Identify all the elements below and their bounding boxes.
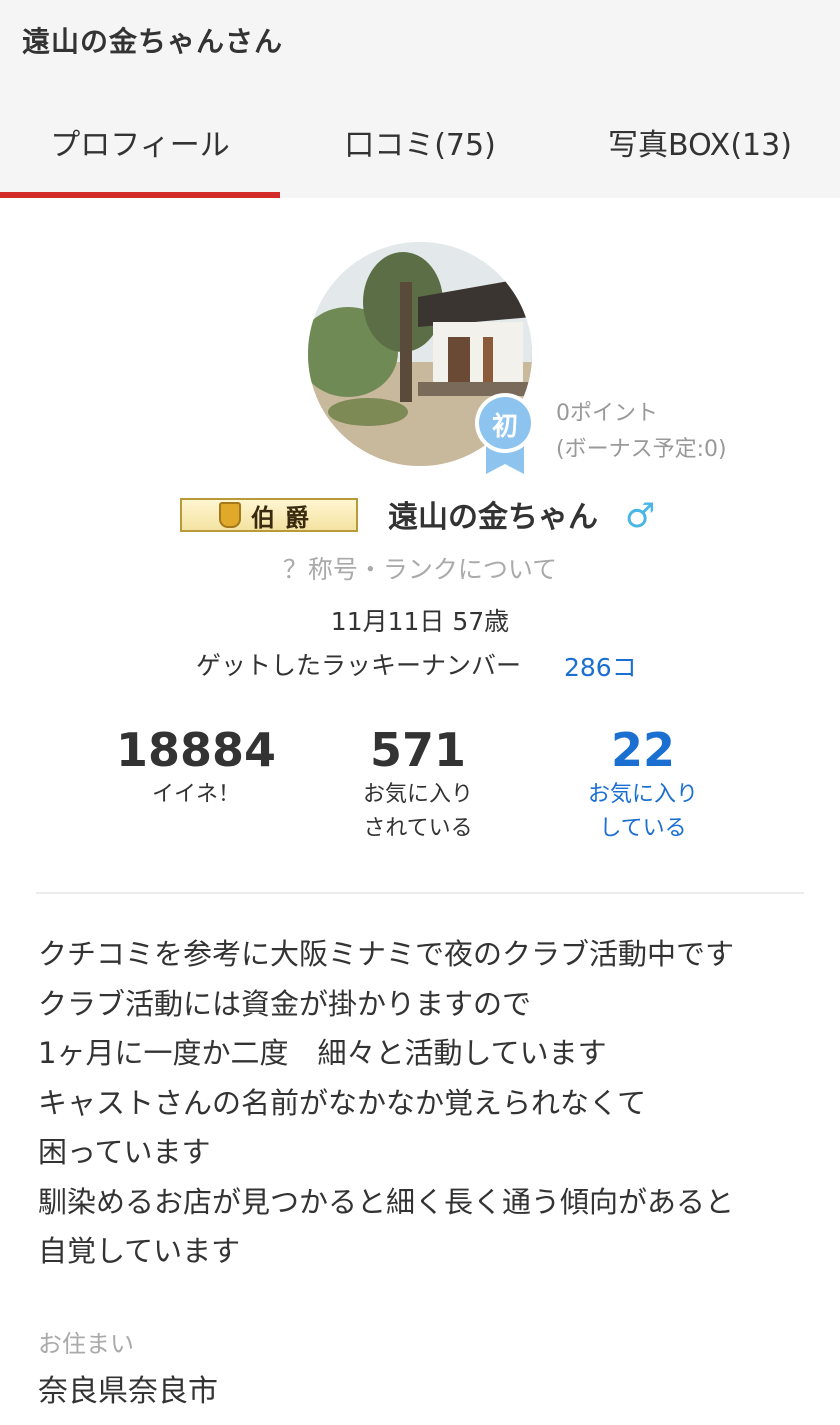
tab-bar: プロフィール 口コミ(75) 写真BOX(13) — [0, 100, 840, 198]
page-title: 遠山の金ちゃんさん — [22, 25, 284, 58]
bio-line: クラブ活動には資金が掛かりますので — [38, 986, 532, 1021]
stat-favorited-by-value: 571 — [369, 723, 467, 777]
points-info: 0ポイント (ボーナス予定:0) — [556, 396, 727, 468]
bio-line: クチコミを参考に大阪ミナミで夜のクラブ活動中です — [38, 937, 735, 971]
stat-likes-label: イイネ！ — [151, 782, 240, 807]
stat-favorited-by-label: お気に入り — [362, 782, 473, 807]
rank-help-link[interactable]: ？称号・ランクについて — [0, 550, 840, 586]
stat-favorited-by: 571 お気に入り されている — [308, 722, 528, 846]
rank-title: 伯爵 — [251, 503, 319, 532]
stat-likes-value: 18884 — [115, 723, 277, 777]
residence-value: 奈良県奈良市 — [38, 1374, 218, 1409]
birthday-age: 11月11日 57歳 — [330, 607, 510, 636]
username: 遠山の金ちゃん — [388, 500, 598, 535]
stat-favoriting-label[interactable]: お気に入り — [533, 778, 753, 812]
newcomer-badge: 初 — [474, 392, 536, 476]
bio-text: クチコミを参考に大阪ミナミで夜のクラブ活動中です クラブ活動には資金が掛かります… — [38, 930, 818, 1277]
bio-line: 困っています — [38, 1135, 211, 1169]
bio-line: 自覚しています — [38, 1234, 241, 1268]
tab-photo-box[interactable]: 写真BOX(13) — [560, 100, 840, 198]
stat-favoriting-label-2[interactable]: している — [533, 812, 753, 846]
stat-favorited-by-label-2: されている — [363, 816, 473, 841]
male-icon: ♂ — [625, 496, 656, 536]
tab-profile[interactable]: プロフィール — [0, 100, 280, 198]
bonus-value: (ボーナス予定:0) — [556, 437, 727, 462]
rank-badge: 伯爵 — [180, 498, 358, 532]
stat-likes: 18884 イイネ！ — [86, 722, 306, 812]
header: 遠山の金ちゃんさん プロフィール 口コミ(75) 写真BOX(13) — [0, 0, 840, 198]
newcomer-badge-label: 初 — [491, 412, 518, 442]
stat-favoriting[interactable]: 22 お気に入り している — [533, 722, 753, 846]
bio-line: 1ヶ月に一度か二度 細々と活動しています — [38, 1036, 607, 1070]
bio-line: キャストさんの名前がなかなか覚えられなくて — [38, 1085, 647, 1120]
tab-reviews[interactable]: 口コミ(75) — [280, 100, 560, 198]
shield-icon — [219, 502, 241, 528]
bio-line: 馴染めるお店が見つかると細く長く通う傾向があると — [38, 1184, 735, 1219]
lucky-number-link[interactable]: 286コ — [564, 648, 637, 684]
points-value: 0ポイント — [556, 401, 658, 426]
divider — [36, 892, 804, 894]
residence-label: お住まい — [38, 1330, 134, 1358]
lucky-number-label: ゲットしたラッキーナンバー — [196, 651, 522, 680]
stat-favoriting-value[interactable]: 22 — [533, 722, 753, 778]
